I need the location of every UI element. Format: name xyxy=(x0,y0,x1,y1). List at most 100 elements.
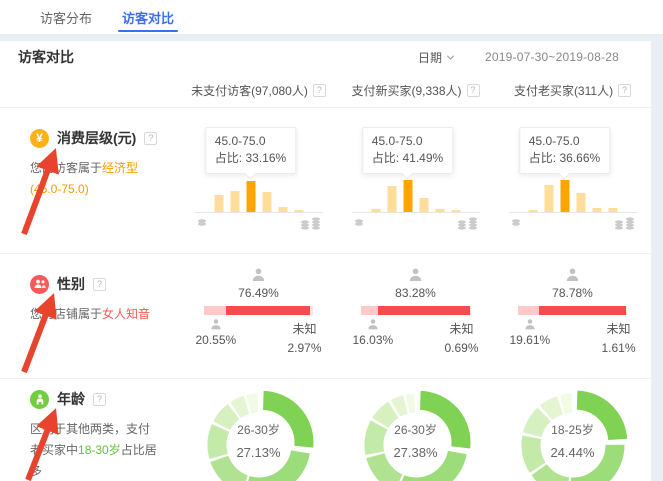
donut-segment[interactable] xyxy=(235,405,246,410)
donut-center-label: 26-30岁 27.13% xyxy=(201,421,317,460)
gender-chart-new-buyers[interactable]: 83.28% 16.03% 未知 0.69% xyxy=(337,254,494,378)
column-header-label: 未支付访客(97,080人) xyxy=(191,82,308,99)
bar-segment[interactable] xyxy=(246,181,255,212)
unknown-percent: 1.61% xyxy=(601,339,635,358)
age-chart-unpaid[interactable]: 26-30岁 27.13% xyxy=(180,379,337,481)
gender-stacked-bar[interactable] xyxy=(361,306,471,315)
bar-segment[interactable] xyxy=(262,192,271,212)
date-type-dropdown[interactable]: 日期 xyxy=(418,49,455,66)
gender-left-block: 性别 ? 您的店铺属于女人知音 xyxy=(0,254,180,378)
bar-segment[interactable] xyxy=(419,198,428,212)
unknown-segment[interactable] xyxy=(626,306,628,315)
column-header-label: 支付新买家(9,338人) xyxy=(351,82,461,99)
unknown-stat: 未知 0.69% xyxy=(444,318,478,358)
age-person-icon xyxy=(30,390,49,409)
row-age: 年龄 ? 区别于其他两类，支付老买家中18-30岁占比居多 26-30岁 27.… xyxy=(0,378,651,481)
help-icon[interactable]: ? xyxy=(93,393,106,406)
male-segment[interactable] xyxy=(204,306,227,315)
tooltip-share-value: 33.16% xyxy=(245,151,286,165)
age-group-label: 26-30岁 xyxy=(201,421,317,438)
high-spend-coins-icon xyxy=(613,216,637,232)
donut-segment[interactable] xyxy=(407,403,414,404)
donut-segment[interactable] xyxy=(562,403,571,404)
tab-bar: 访客分布 访客对比 xyxy=(0,0,663,34)
visitor-compare-panel: 访客对比 日期 2019-07-30~2019-08-28 未支付访客(97,0… xyxy=(0,41,651,481)
tooltip-range: 45.0-75.0 xyxy=(215,133,286,150)
male-stat: 20.55% xyxy=(196,318,237,358)
male-segment[interactable] xyxy=(361,306,379,315)
consumption-chart-unpaid[interactable]: 45.0-75.0 占比: 33.16% xyxy=(180,108,337,253)
bar-group[interactable] xyxy=(214,180,303,212)
male-segment[interactable] xyxy=(518,306,540,315)
axis-line xyxy=(509,212,637,213)
panel-header: 访客对比 日期 2019-07-30~2019-08-28 xyxy=(0,41,651,73)
age-chart-old-buyers[interactable]: 18-25岁 24.44% xyxy=(494,379,651,481)
tooltip-share-value: 41.49% xyxy=(402,151,443,165)
tooltip-share-label: 占比: xyxy=(215,151,242,165)
desc-highlight: 女人知音 xyxy=(102,307,150,321)
coin-scale xyxy=(352,216,480,232)
help-icon[interactable]: ? xyxy=(618,84,631,97)
bar-group[interactable] xyxy=(528,180,617,212)
age-title: 年龄 xyxy=(57,389,85,409)
donut-segment[interactable] xyxy=(219,459,244,481)
bar-segment[interactable] xyxy=(544,185,553,212)
donut-segment[interactable] xyxy=(248,403,257,404)
female-segment[interactable] xyxy=(226,306,310,315)
donut-center-label: 26-30岁 27.38% xyxy=(358,421,474,460)
bar-segment[interactable] xyxy=(214,195,223,212)
donut-segment[interactable] xyxy=(539,470,568,481)
consumption-chart-old-buyers[interactable]: 45.0-75.0 占比: 36.66% xyxy=(494,108,651,253)
consumption-title: 消费层级(元) xyxy=(57,128,136,148)
age-chart-new-buyers[interactable]: 26-30岁 27.38% xyxy=(337,379,494,481)
low-spend-coin-icon xyxy=(195,216,209,230)
male-icon xyxy=(209,318,223,331)
help-icon[interactable]: ? xyxy=(144,132,157,145)
high-spend-coins-icon xyxy=(456,216,480,232)
tab-visitor-compare[interactable]: 访客对比 xyxy=(122,0,174,34)
column-headers: 未支付访客(97,080人) ? 支付新买家(9,338人) ? 支付老买家(3… xyxy=(0,73,651,107)
desc-highlight: 18-30岁 xyxy=(78,443,121,457)
help-icon[interactable]: ? xyxy=(93,278,106,291)
help-icon[interactable]: ? xyxy=(467,84,480,97)
bar-segment[interactable] xyxy=(387,186,396,212)
male-percent: 20.55% xyxy=(196,333,237,347)
age-group-value: 27.38% xyxy=(358,445,474,460)
gender-stacked-bar[interactable] xyxy=(204,306,314,315)
female-segment[interactable] xyxy=(378,306,470,315)
donut-segment[interactable] xyxy=(395,404,405,408)
consumption-chart-new-buyers[interactable]: 45.0-75.0 占比: 41.49% xyxy=(337,108,494,253)
female-icon xyxy=(407,267,424,283)
tooltip-share-value: 36.66% xyxy=(559,151,600,165)
gender-people-icon xyxy=(30,275,49,294)
bar-segment[interactable] xyxy=(403,180,412,212)
gender-chart-old-buyers[interactable]: 78.78% 19.61% 未知 1.61% xyxy=(494,254,651,378)
page-title: 访客对比 xyxy=(18,47,74,67)
gender-stacked-bar[interactable] xyxy=(518,306,628,315)
unknown-percent: 2.97% xyxy=(287,339,321,358)
bar-segment[interactable] xyxy=(230,191,239,212)
male-stat: 16.03% xyxy=(353,318,394,358)
coin-scale xyxy=(509,216,637,232)
bar-group[interactable] xyxy=(371,180,460,212)
tab-visitor-distribution[interactable]: 访客分布 xyxy=(40,0,92,34)
chart-tooltip: 45.0-75.0 占比: 33.16% xyxy=(205,127,296,174)
gender-chart-unpaid[interactable]: 76.49% 20.55% 未知 2.97% xyxy=(180,254,337,378)
female-percent: 83.28% xyxy=(337,286,494,300)
bar-segment[interactable] xyxy=(576,193,585,212)
date-range-picker[interactable]: 2019-07-30~2019-08-28 xyxy=(485,50,633,64)
row-gender: 性别 ? 您的店铺属于女人知音 76.49% 20.55% 未知 2.97% xyxy=(0,253,651,378)
age-description: 区别于其他两类，支付老买家中18-30岁占比居多 xyxy=(30,419,158,481)
yen-coin-icon: ¥ xyxy=(30,129,49,148)
chart-tooltip: 45.0-75.0 占比: 36.66% xyxy=(519,127,610,174)
help-icon[interactable]: ? xyxy=(313,84,326,97)
unknown-segment[interactable] xyxy=(310,306,313,315)
consumption-description: 您的访客属于经济型(45.0-75.0) xyxy=(30,158,158,200)
female-segment[interactable] xyxy=(539,306,626,315)
row-consumption-level: ¥ 消费层级(元) ? 您的访客属于经济型(45.0-75.0) 45.0-75… xyxy=(0,107,651,253)
donut-segment[interactable] xyxy=(546,405,560,413)
bar-segment[interactable] xyxy=(560,180,569,212)
column-header-unpaid-visitors: 未支付访客(97,080人) ? xyxy=(180,82,337,99)
unknown-segment[interactable] xyxy=(470,306,471,315)
male-percent: 19.61% xyxy=(510,333,551,347)
